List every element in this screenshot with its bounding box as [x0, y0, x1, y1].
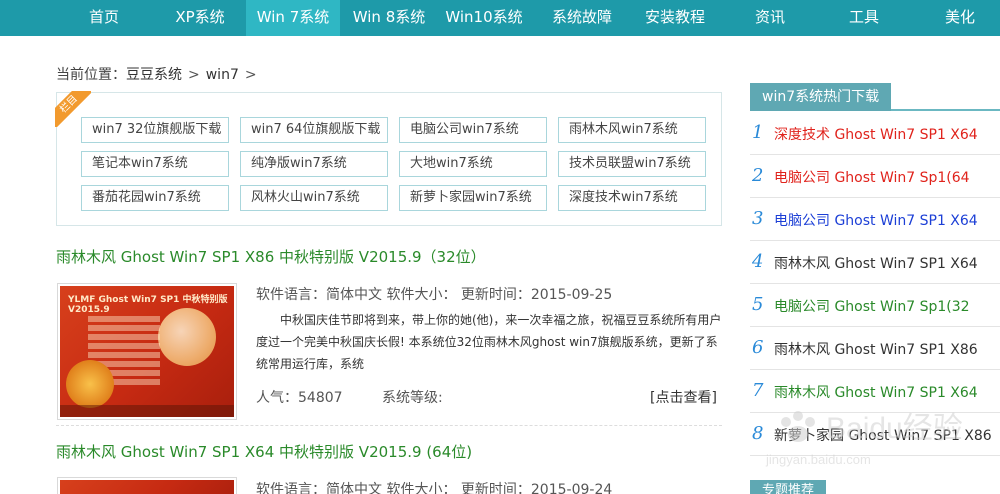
- ranking-title[interactable]: 电脑公司 Ghost Win7 SP1 X64: [774, 210, 978, 230]
- ranking-item[interactable]: 4 雨林木风 Ghost Win7 SP1 X64: [750, 241, 1000, 284]
- category-link[interactable]: 大地win7系统: [399, 151, 547, 177]
- article-description: 中秋国庆佳节即将到来，带上你的她(他)，来一次幸福之旅，祝福豆豆系统所有用户度过…: [256, 313, 722, 371]
- nav-item-win10[interactable]: Win10系统: [438, 0, 530, 36]
- sidebar-topic-title: 专题推荐: [750, 480, 827, 494]
- article-thumbnail-image: [60, 480, 234, 494]
- breadcrumb-prefix: 当前位置：: [56, 67, 126, 83]
- thumbnail-caption: YLMF Ghost Win7 SP1 中秋特别版 V2015.9: [68, 295, 228, 315]
- breadcrumb: 当前位置：豆豆系统 > win7 >: [56, 64, 263, 84]
- category-link[interactable]: win7 32位旗舰版下载: [81, 117, 229, 143]
- ranking-title[interactable]: 电脑公司 Ghost Win7 Sp1(64: [774, 167, 970, 187]
- article-thumbnail[interactable]: [57, 477, 237, 494]
- breadcrumb-separator: >: [188, 67, 200, 83]
- category-link[interactable]: 雨林木风win7系统: [558, 117, 706, 143]
- article-meta: 软件语言：简体中文 软件大小： 更新时间：2015-09-25: [256, 287, 613, 303]
- ranking-title[interactable]: 新萝卜家园 Ghost Win7 SP1 X86: [774, 425, 992, 445]
- ranking-item[interactable]: 6 雨林木风 Ghost Win7 SP1 X86: [750, 327, 1000, 370]
- category-link[interactable]: 技术员联盟win7系统: [558, 151, 706, 177]
- ranking-title[interactable]: 雨林木风 Ghost Win7 SP1 X64: [774, 382, 978, 402]
- article-title-link[interactable]: 雨林木风 Ghost Win7 SP1 X86 中秋特别版 V2015.9（32…: [56, 246, 486, 267]
- nav-item-beautify[interactable]: 美化: [930, 0, 990, 36]
- moon-graphic: [158, 308, 216, 366]
- sidebar-topic-header: 专题推荐: [750, 480, 1000, 494]
- nav-item-xp[interactable]: XP系统: [155, 0, 245, 36]
- ranking-number: 4: [752, 251, 764, 272]
- ranking-number: 6: [752, 337, 764, 358]
- nav-item-home[interactable]: 首页: [64, 0, 144, 36]
- ranking-title[interactable]: 雨林木风 Ghost Win7 SP1 X64: [774, 253, 978, 273]
- category-link[interactable]: 纯净版win7系统: [240, 151, 388, 177]
- category-link[interactable]: 深度技术win7系统: [558, 185, 706, 211]
- ranking-item[interactable]: 8 新萝卜家园 Ghost Win7 SP1 X86: [750, 413, 1000, 456]
- nav-item-tools[interactable]: 工具: [834, 0, 894, 36]
- breadcrumb-separator: >: [244, 67, 257, 83]
- breadcrumb-link-home[interactable]: 豆豆系统: [126, 67, 182, 83]
- ranking-title[interactable]: 电脑公司 Ghost Win7 Sp1(32: [774, 296, 970, 316]
- ranking-number: 3: [752, 208, 764, 229]
- ranking-item[interactable]: 3 电脑公司 Ghost Win7 SP1 X64: [750, 198, 1000, 241]
- popularity-label: 人气：: [256, 390, 298, 406]
- article-thumbnail[interactable]: YLMF Ghost Win7 SP1 中秋特别版 V2015.9: [57, 283, 237, 420]
- category-link[interactable]: 新萝卜家园win7系统: [399, 185, 547, 211]
- category-link[interactable]: win7 64位旗舰版下载: [240, 117, 388, 143]
- category-link[interactable]: 风林火山win7系统: [240, 185, 388, 211]
- ranking-item[interactable]: 7 雨林木风 Ghost Win7 SP1 X64: [750, 370, 1000, 413]
- article-thumbnail-image: YLMF Ghost Win7 SP1 中秋特别版 V2015.9: [60, 286, 234, 417]
- nav-item-news[interactable]: 资讯: [740, 0, 800, 36]
- category-link[interactable]: 笔记本win7系统: [81, 151, 229, 177]
- sidebar-hot-title: win7系统热门下载: [750, 83, 892, 111]
- ranking-title[interactable]: 深度技术 Ghost Win7 SP1 X64: [774, 124, 978, 144]
- ranking-item[interactable]: 2 电脑公司 Ghost Win7 Sp1(64: [750, 155, 1000, 198]
- mooncake-graphic: [66, 360, 114, 408]
- category-link[interactable]: 电脑公司win7系统: [399, 117, 547, 143]
- ranking-number: 8: [752, 423, 764, 444]
- popularity-value: 54807: [298, 390, 343, 406]
- nav-item-faults[interactable]: 系统故障: [536, 0, 628, 36]
- ranking-number: 1: [752, 122, 764, 143]
- ranking-title[interactable]: 雨林木风 Ghost Win7 SP1 X86: [774, 339, 978, 359]
- ranking-number: 2: [752, 165, 764, 186]
- popularity-stat: 人气：54807: [256, 387, 343, 407]
- ranking-number: 5: [752, 294, 764, 315]
- ranking-item[interactable]: 5 电脑公司 Ghost Win7 Sp1(32: [750, 284, 1000, 327]
- nav-item-win8[interactable]: Win 8系统: [344, 0, 434, 36]
- view-details-link[interactable]: [点击查看]: [650, 387, 717, 407]
- nav-item-win7[interactable]: Win 7系统: [246, 0, 340, 36]
- top-nav: 首页 XP系统 Win 7系统 Win 8系统 Win10系统 系统故障 安装教…: [0, 0, 1000, 36]
- article-meta: 软件语言：简体中文 软件大小： 更新时间：2015-09-24: [256, 482, 613, 494]
- category-box: 栏目 win7 32位旗舰版下载 win7 64位旗舰版下载 电脑公司win7系…: [55, 91, 722, 226]
- system-level-label: 系统等级:: [382, 390, 443, 406]
- breadcrumb-link-win7[interactable]: win7: [206, 67, 239, 83]
- article-title-link[interactable]: 雨林木风 Ghost Win7 SP1 X64 中秋特别版 V2015.9 (6…: [56, 441, 472, 462]
- thumbnail-footer-bar: [60, 405, 234, 417]
- article-divider: [56, 425, 722, 426]
- ranking-item[interactable]: 1 深度技术 Ghost Win7 SP1 X64: [750, 112, 1000, 155]
- sidebar-hot-header: win7系统热门下载: [750, 83, 1000, 111]
- category-link[interactable]: 番茄花园win7系统: [81, 185, 229, 211]
- nav-item-tutorials[interactable]: 安装教程: [630, 0, 720, 36]
- ranking-number: 7: [752, 380, 764, 401]
